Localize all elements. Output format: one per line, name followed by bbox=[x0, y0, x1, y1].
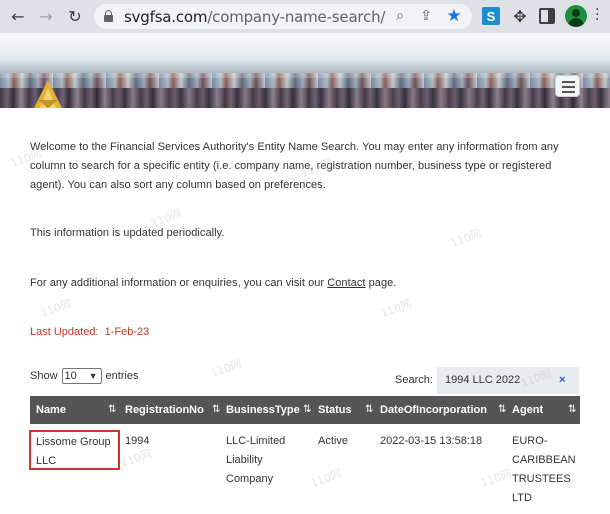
agent-line: TRUSTEES bbox=[512, 473, 571, 485]
watermark: 110网 bbox=[478, 466, 514, 491]
sort-icon: ⇅ bbox=[108, 404, 117, 415]
side-panel-icon[interactable] bbox=[539, 8, 555, 24]
sort-icon: ⇅ bbox=[568, 404, 577, 415]
extensions-puzzle-icon[interactable]: ✥ bbox=[511, 7, 529, 26]
zoom-icon[interactable]: ⌕ bbox=[391, 7, 409, 25]
column-header-label: Name bbox=[36, 404, 66, 416]
hero-banner bbox=[0, 33, 610, 108]
sort-icon: ⇅ bbox=[365, 404, 374, 415]
business-type-line: Company bbox=[226, 473, 274, 485]
url-path: /company-name-search/ bbox=[207, 8, 386, 26]
agent-cell: EURO- CARIBBEAN TRUSTEES LTD bbox=[512, 432, 576, 508]
intro-paragraph: Welcome to the Financial Services Author… bbox=[30, 141, 559, 191]
table-header: Name ⇅ RegistrationNo ⇅ BusinessType ⇅ Stat… bbox=[30, 396, 580, 424]
chevron-down-icon: ▼ bbox=[88, 371, 98, 381]
column-header-date-of-incorporation[interactable]: DateOfIncorporation ⇅ bbox=[374, 396, 506, 424]
name-line: LLC bbox=[36, 455, 57, 467]
entries-select[interactable]: 10 ▼ bbox=[61, 368, 102, 384]
date-of-incorporation-cell: 2022-03-15 13:58:18 bbox=[380, 435, 483, 447]
column-header-label: DateOfIncorporation bbox=[380, 404, 487, 416]
search-label: Search: bbox=[395, 374, 433, 386]
browser-toolbar: ← → ↻ svgfsa.com/company-name-search/ ⌕ … bbox=[0, 0, 610, 33]
search-input[interactable]: 1994 LLC 2022 bbox=[437, 367, 579, 394]
column-header-label: Status bbox=[318, 404, 352, 416]
watermark: 110网 bbox=[208, 356, 244, 381]
sort-icon: ⇅ bbox=[303, 404, 312, 415]
agent-line: CARIBBEAN bbox=[512, 454, 576, 466]
contact-link[interactable]: Contact bbox=[327, 277, 365, 289]
bookmark-star-icon[interactable]: ★ bbox=[445, 6, 463, 26]
name-cell-highlighted[interactable]: Lissome Group LLC bbox=[29, 430, 120, 470]
agent-line: LTD bbox=[512, 492, 532, 504]
business-type-line: Liability bbox=[226, 454, 263, 466]
watermark: 110网 bbox=[38, 296, 74, 321]
entries-length-control: Show 10 ▼ entries bbox=[30, 368, 139, 384]
profile-avatar[interactable] bbox=[565, 5, 587, 27]
column-header-business-type[interactable]: BusinessType ⇅ bbox=[220, 396, 312, 424]
column-header-agent[interactable]: Agent ⇅ bbox=[506, 396, 580, 424]
url-host: svgfsa.com bbox=[124, 8, 208, 26]
contact-text-before: For any additional information or enquir… bbox=[30, 277, 328, 289]
column-header-label: RegistrationNo bbox=[125, 404, 204, 416]
reload-icon[interactable]: ↻ bbox=[65, 6, 85, 26]
browser-menu-icon[interactable]: · · · bbox=[595, 3, 599, 27]
status-cell: Active bbox=[318, 435, 348, 447]
hamburger-menu-icon[interactable] bbox=[555, 75, 580, 97]
column-header-label: Agent bbox=[512, 404, 544, 416]
fsa-logo-icon[interactable] bbox=[28, 78, 68, 108]
last-updated: Last Updated: 1-Feb-23 bbox=[30, 326, 149, 338]
column-header-registration-no[interactable]: RegistrationNo ⇅ bbox=[119, 396, 220, 424]
business-type-line: LLC-Limited bbox=[226, 435, 286, 447]
watermark: 110网 bbox=[308, 466, 344, 491]
forward-arrow-icon[interactable]: → bbox=[36, 6, 56, 26]
last-updated-label: Last Updated: bbox=[30, 326, 99, 338]
column-header-label: BusinessType bbox=[226, 404, 300, 416]
share-icon[interactable]: ⇪ bbox=[417, 7, 435, 25]
update-note: This information is updated periodically… bbox=[30, 227, 225, 239]
name-line: Lissome Group bbox=[36, 436, 111, 448]
business-type-cell: LLC-Limited Liability Company bbox=[226, 432, 285, 489]
extension-s-icon[interactable]: S bbox=[482, 7, 500, 25]
last-updated-value: 1-Feb-23 bbox=[104, 326, 150, 338]
column-header-name[interactable]: Name ⇅ bbox=[30, 396, 119, 424]
registration-no-cell: 1994 bbox=[125, 435, 150, 447]
back-arrow-icon[interactable]: ← bbox=[8, 6, 28, 26]
clear-search-icon[interactable]: × bbox=[559, 374, 565, 386]
contact-paragraph: For any additional information or enquir… bbox=[30, 274, 580, 293]
entries-select-value: 10 bbox=[64, 370, 77, 382]
contact-text-after: page. bbox=[365, 277, 397, 289]
column-header-status[interactable]: Status ⇅ bbox=[312, 396, 374, 424]
address-bar[interactable]: svgfsa.com/company-name-search/ ⌕ ⇪ ★ bbox=[94, 4, 472, 29]
entries-label: entries bbox=[105, 370, 139, 382]
agent-line: EURO- bbox=[512, 435, 548, 447]
url-text[interactable]: svgfsa.com/company-name-search/ bbox=[124, 8, 385, 26]
show-label: Show bbox=[30, 370, 58, 382]
watermark: 110网 bbox=[378, 296, 414, 321]
lock-icon[interactable] bbox=[104, 10, 113, 22]
